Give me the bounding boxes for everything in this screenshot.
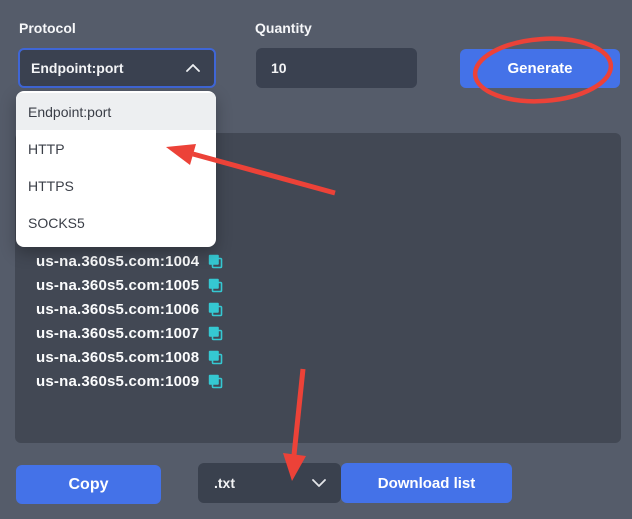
download-list-button[interactable]: Download list (341, 463, 512, 503)
endpoint-text: us-na.360s5.com:1004 (36, 253, 199, 270)
endpoint-row: us-na.360s5.com:1008 (36, 345, 621, 369)
protocol-dropdown-menu: Endpoint:portHTTPHTTPSSOCKS5 (16, 91, 216, 247)
endpoint-row: us-na.360s5.com:1005 (36, 273, 621, 297)
endpoint-row: us-na.360s5.com:1007 (36, 321, 621, 345)
chevron-down-icon (312, 479, 326, 487)
copy-icon[interactable] (208, 350, 223, 365)
endpoint-text: us-na.360s5.com:1008 (36, 349, 199, 366)
protocol-select[interactable]: Endpoint:port (18, 48, 216, 88)
protocol-label: Protocol (19, 20, 76, 36)
endpoint-text: us-na.360s5.com:1007 (36, 325, 199, 342)
chevron-up-icon (186, 64, 200, 72)
protocol-select-value: Endpoint:port (31, 60, 124, 76)
endpoint-text: us-na.360s5.com:1006 (36, 301, 199, 318)
endpoint-text: us-na.360s5.com:1009 (36, 373, 199, 390)
copy-icon[interactable] (208, 326, 223, 341)
endpoint-row: us-na.360s5.com:1004 (36, 249, 621, 273)
protocol-option[interactable]: SOCKS5 (16, 204, 216, 241)
proxy-generator-page: Protocol Quantity Endpoint:port Generate… (0, 0, 632, 519)
copy-icon[interactable] (208, 254, 223, 269)
copy-icon[interactable] (208, 302, 223, 317)
generate-button[interactable]: Generate (460, 49, 620, 88)
endpoint-text: us-na.360s5.com:1005 (36, 277, 199, 294)
protocol-option[interactable]: HTTPS (16, 167, 216, 204)
protocol-option[interactable]: Endpoint:port (16, 93, 216, 130)
format-select[interactable]: .txt (198, 463, 341, 503)
format-select-value: .txt (214, 475, 235, 491)
protocol-option[interactable]: HTTP (16, 130, 216, 167)
copy-icon[interactable] (208, 278, 223, 293)
endpoint-row: us-na.360s5.com:1009 (36, 369, 621, 393)
copy-button[interactable]: Copy (16, 465, 161, 504)
quantity-label: Quantity (255, 20, 312, 36)
endpoint-row: us-na.360s5.com:1006 (36, 297, 621, 321)
quantity-input[interactable] (256, 48, 417, 88)
copy-icon[interactable] (208, 374, 223, 389)
